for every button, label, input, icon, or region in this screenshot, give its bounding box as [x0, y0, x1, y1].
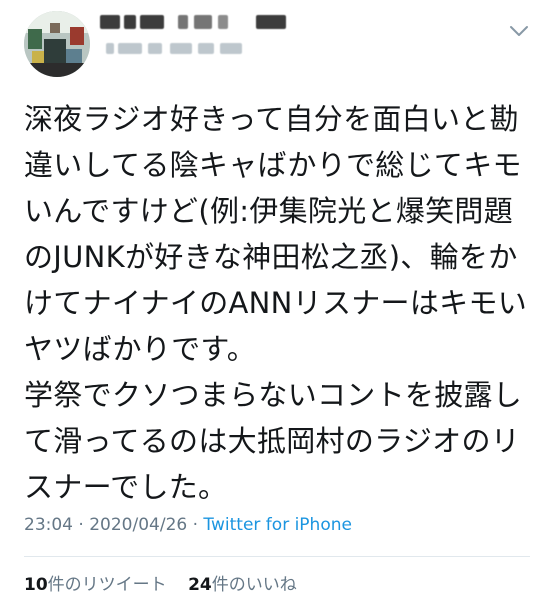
tweet-header: [0, 0, 550, 86]
tweet-time[interactable]: 23:04: [24, 515, 73, 535]
avatar-image: [24, 11, 90, 77]
tweet-text: 深夜ラジオ好きって自分を面白いと勘違いしてる陰キャばかりで総じてキモいんですけど…: [24, 102, 528, 504]
likes-stat[interactable]: 24件のいいね: [188, 575, 297, 595]
meta-separator: ·: [73, 515, 90, 535]
retweets-count: 10: [24, 575, 48, 595]
retweets-stat[interactable]: 10件のリツイート: [24, 575, 167, 595]
tweet-stats: 10件のリツイート 24件のいいね: [24, 570, 297, 595]
tweet-meta: 23:04 · 2020/04/26 · Twitter for iPhone: [24, 515, 352, 535]
tweet-date[interactable]: 2020/04/26: [89, 515, 187, 535]
likes-label: 件のいいね: [211, 575, 297, 595]
meta-separator: ·: [187, 515, 204, 535]
likes-count: 24: [188, 575, 212, 595]
divider: [24, 556, 530, 557]
tweet-source-link[interactable]: Twitter for iPhone: [203, 515, 352, 535]
retweets-label: 件のリツイート: [47, 575, 167, 595]
chevron-down-icon[interactable]: [508, 20, 530, 42]
avatar[interactable]: [24, 11, 90, 77]
